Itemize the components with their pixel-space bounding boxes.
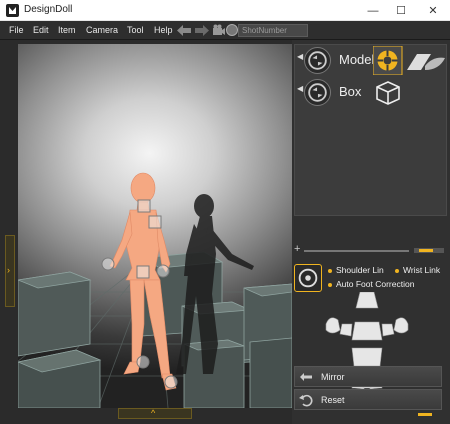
- left-arm-part-icon: [339, 323, 353, 337]
- left-gutter: ›: [0, 40, 18, 424]
- library-panel: ◀ Model ◀ Box: [294, 44, 447, 216]
- chevron-up-icon: ^: [151, 408, 156, 418]
- shot-number-field[interactable]: ShotNumber: [238, 24, 308, 37]
- title-bar: DesignDoll — ☐ ✕: [0, 0, 450, 21]
- chevron-right-icon: ›: [7, 265, 10, 275]
- radio-dot-icon: [328, 282, 332, 287]
- camera-icon[interactable]: [212, 24, 226, 37]
- option-auto-foot-correction[interactable]: Auto Foot Correction: [328, 279, 414, 289]
- viewport-bottom-bar: ^: [18, 408, 292, 424]
- window-title: DesignDoll: [24, 4, 73, 15]
- expand-left-icon[interactable]: ◀: [297, 84, 303, 93]
- box-swap-icon[interactable]: [304, 79, 331, 106]
- option-shoulder-link[interactable]: Shoulder Lin: [328, 265, 384, 275]
- menu-item[interactable]: Item: [58, 25, 76, 35]
- app-logo-icon: [6, 4, 19, 17]
- library-label-model: Model: [339, 52, 375, 67]
- model-swap-icon[interactable]: [304, 47, 331, 74]
- left-hand-part-icon: [325, 317, 341, 334]
- pose-mode-icon[interactable]: [294, 264, 322, 292]
- maximize-button[interactable]: ☐: [386, 0, 416, 21]
- expand-left-icon[interactable]: ◀: [297, 52, 303, 61]
- redo-arrow-icon[interactable]: [195, 25, 209, 36]
- right-panel: ◀ Model ◀ Box + Shoulder Lin Wrist Link …: [292, 40, 450, 424]
- box-thumbnail-icon[interactable]: [373, 78, 402, 107]
- bottom-panel-toggle[interactable]: ^: [118, 408, 192, 419]
- head-part-icon: [355, 292, 379, 309]
- torso-part-icon: [351, 321, 383, 341]
- mirror-label: Mirror: [321, 372, 345, 382]
- library-row-box[interactable]: ◀ Box: [295, 77, 448, 107]
- right-arm-part-icon: [381, 323, 395, 337]
- close-button[interactable]: ✕: [418, 0, 448, 21]
- radio-dot-icon: [328, 268, 332, 273]
- pelvis-part-icon: [351, 347, 383, 367]
- 3d-viewport[interactable]: [18, 44, 292, 408]
- reset-label: Reset: [321, 395, 345, 405]
- library-label-box: Box: [339, 84, 362, 99]
- library-zoom-slider[interactable]: +: [294, 243, 447, 256]
- menu-camera[interactable]: Camera: [86, 25, 118, 35]
- mirror-button[interactable]: Mirror: [294, 366, 442, 387]
- slider-thumb[interactable]: [419, 249, 433, 252]
- mirror-arrows-icon: [300, 373, 312, 381]
- menu-help[interactable]: Help: [154, 25, 173, 35]
- plus-icon[interactable]: +: [294, 243, 300, 255]
- minimize-button[interactable]: —: [358, 0, 388, 21]
- menu-edit[interactable]: Edit: [33, 25, 49, 35]
- menu-file[interactable]: File: [9, 25, 24, 35]
- left-panel-toggle[interactable]: ›: [5, 235, 15, 307]
- camera-dial-icon[interactable]: [226, 24, 238, 36]
- right-hand-part-icon: [393, 317, 409, 334]
- slider-track[interactable]: [304, 250, 409, 252]
- reset-arrow-icon: [299, 394, 313, 407]
- model-thumbnails[interactable]: [373, 46, 448, 75]
- library-row-model[interactable]: ◀ Model: [295, 45, 448, 75]
- option-wrist-link[interactable]: Wrist Link: [395, 265, 440, 275]
- pose-options: Shoulder Lin Wrist Link Auto Foot Correc…: [292, 262, 450, 296]
- menu-bar: File Edit Item Camera Tool Help ShotNumb…: [0, 21, 450, 40]
- undo-arrow-icon[interactable]: [177, 25, 191, 36]
- radio-dot-icon: [395, 268, 399, 273]
- menu-tool[interactable]: Tool: [127, 25, 144, 35]
- reset-button[interactable]: Reset: [294, 389, 442, 410]
- panel-accent-marker: [418, 413, 432, 416]
